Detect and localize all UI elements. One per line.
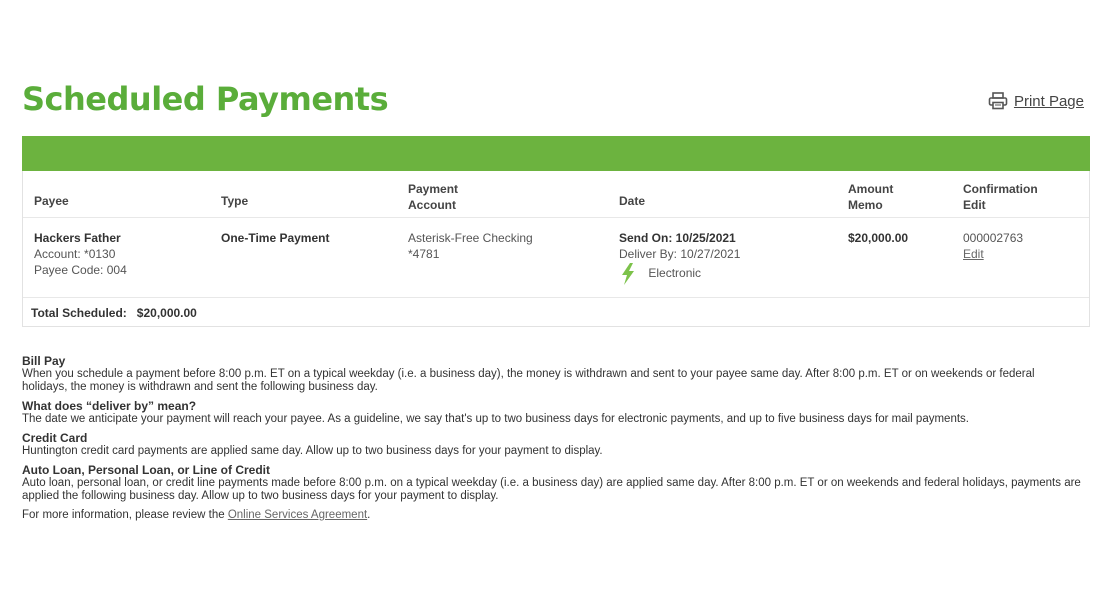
online-services-agreement-link[interactable]: Online Services Agreement: [228, 509, 367, 521]
confirmation-number: 000002763: [963, 231, 1024, 245]
info-section: Bill Pay When you schedule a payment bef…: [22, 355, 1082, 522]
total-scheduled: Total Scheduled: $20,000.00: [31, 306, 197, 320]
credit-card-text: Huntington credit card payments are appl…: [22, 445, 603, 457]
more-info-suffix: .: [367, 509, 371, 521]
edit-link[interactable]: Edit: [963, 246, 1023, 262]
header-confirmation-edit: Confirmation Edit: [963, 181, 1038, 213]
table-row: Hackers Father Account: *0130 Payee Code…: [23, 217, 1089, 298]
printer-icon: [988, 92, 1008, 110]
header-payment-account: Payment Account: [408, 181, 458, 213]
deliver-by-heading: What does “deliver by” mean?: [22, 399, 197, 413]
date-cell: Send On: 10/25/2021 Deliver By: 10/27/20…: [619, 230, 740, 285]
amount-cell: $20,000.00: [848, 230, 908, 246]
confirmation-cell: 000002763 Edit: [963, 230, 1023, 262]
scheduled-payments-table: Payee Type Payment Account Date Amount M…: [22, 171, 1090, 327]
send-on-date: Send On: 10/25/2021: [619, 231, 736, 245]
account-number: *4781: [408, 247, 440, 261]
header-confirm-line2: Edit: [963, 198, 986, 212]
print-page-label: Print Page: [1013, 92, 1084, 110]
account-cell: Asterisk-Free Checking *4781: [408, 230, 533, 262]
header-account-line1: Payment: [408, 182, 459, 196]
payment-type: One-Time Payment: [221, 231, 330, 245]
deliver-by-text: The date we anticipate your payment will…: [22, 413, 969, 425]
billpay-text: When you schedule a payment before 8:00 …: [22, 368, 1035, 393]
header-amount-line2: Memo: [848, 198, 883, 212]
total-value: $20,000.00: [136, 306, 197, 320]
credit-card-heading: Credit Card: [22, 431, 88, 445]
table-header-bar: [22, 136, 1090, 171]
page-title: Scheduled Payments: [22, 80, 389, 118]
loan-text: Auto loan, personal loan, or credit line…: [22, 477, 1081, 502]
delivery-method: Electronic: [648, 266, 702, 281]
deliver-by-date: Deliver By: 10/27/2021: [619, 247, 741, 261]
print-page-link[interactable]: Print Page: [988, 92, 1084, 110]
header-confirm-line1: Confirmation: [963, 182, 1038, 196]
payee-name: Hackers Father: [34, 231, 121, 245]
billpay-heading: Bill Pay: [22, 354, 66, 368]
header-payee: Payee: [34, 194, 69, 208]
header-account-line2: Account: [408, 198, 456, 212]
total-label: Total Scheduled:: [31, 306, 127, 320]
type-cell: One-Time Payment: [221, 230, 329, 246]
payment-amount: $20,000.00: [848, 231, 909, 245]
account-name: Asterisk-Free Checking: [408, 231, 533, 245]
payee-account: Account: *0130: [34, 247, 116, 261]
header-amount-memo: Amount Memo: [848, 181, 893, 213]
lightning-bolt-icon: [619, 263, 637, 285]
more-info-prefix: For more information, please review the: [22, 509, 228, 521]
header-type: Type: [221, 194, 249, 208]
header-date: Date: [619, 194, 646, 208]
payee-code: Payee Code: 004: [34, 263, 127, 277]
loan-heading: Auto Loan, Personal Loan, or Line of Cre…: [22, 463, 271, 477]
payee-cell: Hackers Father Account: *0130 Payee Code…: [34, 230, 127, 278]
more-info-text: For more information, please review the …: [22, 509, 1082, 522]
header-amount-line1: Amount: [848, 182, 894, 196]
table-header-row: Payee Type Payment Account Date Amount M…: [23, 171, 1089, 218]
